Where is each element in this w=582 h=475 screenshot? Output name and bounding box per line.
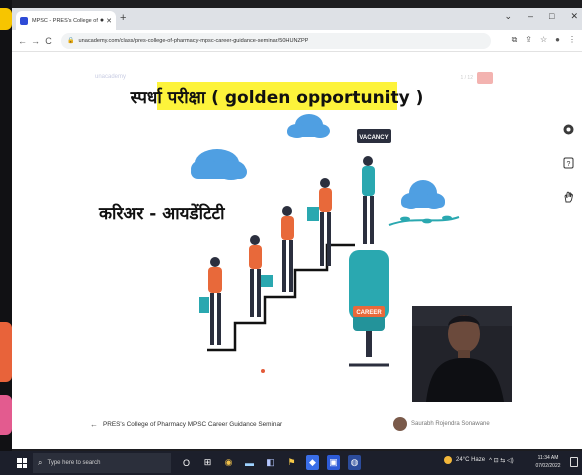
person-icon	[307, 178, 332, 266]
store-icon[interactable]: ▣	[327, 455, 340, 470]
calendar-icon[interactable]: ◧	[264, 455, 277, 470]
chair-icon: CAREER	[349, 250, 389, 367]
windows-taskbar: ⌕ Type here to search O ⊞ ◉ ▬ ◧ ⚑ ◆ ▣ ◍ …	[0, 451, 582, 475]
unacademy-logo: unacademy	[95, 74, 127, 80]
close-window-button[interactable]: ✕	[570, 11, 578, 22]
seminar-title: PRES's College of Pharmacy MPSC Career G…	[103, 421, 283, 428]
favicon-icon	[20, 16, 28, 25]
reload-button[interactable]: C	[42, 36, 55, 46]
weather-text[interactable]: 24°C Haze	[456, 457, 485, 463]
stairs-icon	[207, 243, 355, 352]
new-tab-button[interactable]: +	[120, 12, 126, 24]
live-badge	[477, 72, 493, 84]
taskbar-clock[interactable]: 11:34 AM 07/02/2022	[531, 454, 565, 470]
chrome-icon[interactable]: ◆	[306, 455, 319, 470]
maximize-button[interactable]: □	[549, 11, 554, 22]
profile-icon[interactable]: ●	[555, 35, 560, 45]
tray-icons[interactable]: ^ ⊡ ⇆ ◁)	[489, 457, 513, 464]
forward-button[interactable]: →	[29, 36, 42, 46]
desktop-screen: MPSC - PRES's College of Ph ● ✕ + ⌄ – □ …	[0, 0, 582, 475]
taskbar-search-input[interactable]: ⌕ Type here to search	[33, 453, 171, 473]
window-controls: ⌄ – □ ✕	[504, 11, 578, 22]
person-icon	[199, 257, 222, 345]
minimize-button[interactable]: –	[528, 11, 533, 22]
seminar-info-bar: ← PRES's College of Pharmacy MPSC Career…	[12, 408, 582, 438]
tab-search-icon[interactable]: ⌄	[504, 11, 512, 22]
slide-counter: 1 / 12	[460, 75, 473, 81]
side-panel: ?	[562, 123, 574, 203]
weather-icon	[444, 456, 452, 464]
slide-headline: स्पर्धा परीक्षा ( golden opportunity )	[131, 82, 423, 110]
explorer-icon[interactable]: ◉	[222, 455, 235, 470]
clock-date: 07/02/2022	[535, 463, 561, 469]
back-button[interactable]: ←	[16, 36, 29, 46]
lock-icon: 🔒	[67, 38, 75, 44]
tab-strip: MPSC - PRES's College of Ph ● ✕ + ⌄ – □ …	[12, 8, 582, 30]
page-content: VACANCY CAREER unacademy 1 / 12 स्पर्धा …	[12, 53, 582, 449]
browser-toolbar: ← → C 🔒 unacademy.com/class/pres-college…	[12, 30, 582, 52]
cortana-icon[interactable]: O	[180, 455, 193, 470]
url-text[interactable]: unacademy.com/class/pres-college-of-phar…	[78, 38, 308, 44]
host-avatar	[393, 417, 407, 431]
hand-raise-icon[interactable]	[562, 191, 574, 203]
chat-icon[interactable]	[562, 123, 574, 135]
app-icon[interactable]: ◍	[348, 455, 361, 470]
browser-window: MPSC - PRES's College of Ph ● ✕ + ⌄ – □ …	[12, 8, 582, 449]
audio-dot-icon: ●	[99, 17, 105, 24]
svg-text:?: ?	[566, 161, 570, 168]
search-icon: ⌕	[38, 458, 43, 467]
notification-icon[interactable]	[570, 457, 578, 467]
share-icon[interactable]: ⇪	[525, 35, 532, 45]
browser-tab[interactable]: MPSC - PRES's College of Ph ● ✕	[16, 11, 116, 30]
back-arrow-icon[interactable]: ←	[90, 420, 98, 429]
help-icon[interactable]: ?	[562, 157, 574, 169]
cloud-icon	[401, 180, 445, 209]
taskbar-apps: O ⊞ ◉ ▬ ◧ ⚑ ◆ ▣ ◍	[180, 455, 361, 470]
vacancy-sign: VACANCY	[359, 135, 388, 141]
headline-text: स्पर्धा परीक्षा ( golden opportunity )	[130, 87, 424, 108]
cloud-icon	[287, 114, 330, 138]
bookmark-star-icon[interactable]: ☆	[540, 35, 547, 45]
presenter-webcam	[412, 306, 512, 402]
task-view-icon[interactable]: ⊞	[201, 455, 214, 470]
search-placeholder: Type here to search	[47, 460, 101, 466]
tab-title: MPSC - PRES's College of Ph	[32, 17, 98, 24]
menu-kebab-icon[interactable]: ⋮	[568, 35, 576, 45]
career-identity-text: करिअर - आयडेंटिटी	[99, 204, 225, 224]
tab-close-icon[interactable]: ✕	[106, 17, 112, 25]
cloud-icon	[191, 149, 247, 180]
mail-icon[interactable]: ▬	[243, 455, 256, 470]
start-button-icon[interactable]	[17, 458, 27, 468]
sticky-notes-icon[interactable]: ⚑	[285, 455, 298, 470]
person-icon: VACANCY	[357, 129, 391, 244]
address-bar[interactable]: 🔒 unacademy.com/class/pres-college-of-ph…	[61, 32, 491, 49]
slide-controls: 1 / 12	[460, 72, 493, 84]
system-tray: 24°C Haze ^ ⊡ ⇆ ◁)	[444, 456, 514, 464]
toolbar-icons: ⧉ ⇪ ☆ ● ⋮	[512, 35, 576, 45]
person-icon	[249, 235, 273, 317]
career-sign: CAREER	[356, 310, 382, 316]
clock-time: 11:34 AM	[537, 455, 559, 461]
host-name: Saurabh Rojendra Sonawane	[411, 421, 490, 427]
background-strip	[0, 0, 12, 475]
person-icon	[281, 206, 294, 292]
install-icon[interactable]: ⧉	[512, 35, 518, 45]
